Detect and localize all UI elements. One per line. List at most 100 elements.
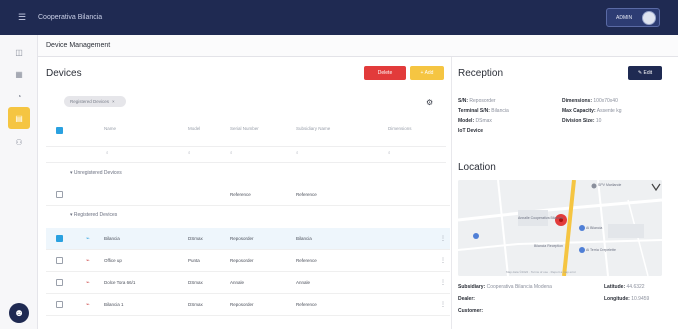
app-title: Cooperativa Bilancia: [38, 14, 103, 21]
filter-dimensions-icon[interactable]: ⌕: [388, 150, 391, 155]
field-terminal-sn: Terminal S/N: Bilancia: [458, 108, 509, 114]
row-more-icon[interactable]: ⋮: [440, 235, 446, 242]
map-label-c: Bilancia Reception: [534, 244, 563, 248]
cell-serial: Reposorder: [230, 258, 254, 263]
cell-name: Office up: [104, 258, 122, 263]
device-offline-icon: ⌁: [86, 258, 90, 264]
filter-divider: [46, 162, 446, 163]
device-offline-icon: ⌁: [86, 280, 90, 286]
select-all-checkbox[interactable]: [56, 127, 63, 134]
cell-serial: Reposorder: [230, 302, 254, 307]
top-bar: ☰ Cooperativa Bilancia ADMIN: [0, 0, 678, 35]
row-more-icon[interactable]: ⋮: [440, 301, 446, 308]
filter-model-icon[interactable]: ⌕: [188, 150, 191, 155]
location-title: Location: [458, 162, 496, 173]
map-label-a: Annalle Cooperativa Bilancia: [518, 216, 563, 220]
sidebar-users-icon[interactable]: ⚇: [8, 131, 30, 153]
column-header-dimensions[interactable]: Dimensions: [388, 126, 412, 140]
cell-serial: Reposorder: [230, 236, 254, 241]
row-checkbox[interactable]: [56, 191, 63, 198]
chip-close-icon[interactable]: ×: [112, 99, 115, 104]
field-dealer: Dealer:: [458, 296, 475, 302]
table-row[interactable]: ⌁ Dolce Tora 66/1 DSmax Annale Annale ⋮: [46, 272, 450, 294]
group-registered-label: Registered Devices: [73, 212, 118, 218]
cell-name: Dolce Tora 66/1: [104, 280, 136, 285]
devices-panel: Devices Delete + Add Registered Devices …: [46, 60, 450, 329]
sidebar: ◫ ▦ ◔ ▤ ⚇ ☻: [0, 35, 38, 329]
cell-serial: Reference: [230, 192, 251, 197]
row-checkbox[interactable]: [56, 235, 63, 242]
row-checkbox[interactable]: [56, 257, 63, 264]
column-settings-icon[interactable]: ⚙: [426, 98, 433, 107]
cell-subsidiary: Reference: [296, 302, 317, 307]
row-more-icon[interactable]: ⋮: [440, 279, 446, 286]
cell-model: DSmax: [188, 236, 203, 241]
sidebar-collapse-icon[interactable]: ◫: [8, 41, 30, 63]
cell-subsidiary: Reference: [296, 258, 317, 263]
cell-model: Punta: [188, 258, 200, 263]
sidebar-dashboard-icon[interactable]: ▦: [8, 63, 30, 85]
sidebar-bell-icon[interactable]: ◔: [8, 85, 30, 107]
group-unregistered-label: Unregistered Devices: [73, 170, 122, 176]
cell-model: DSmax: [188, 280, 203, 285]
panel-divider: [451, 57, 452, 329]
breadcrumb-bar: Device Management: [38, 35, 678, 57]
cell-subsidiary: Annale: [296, 280, 311, 285]
column-header-serial[interactable]: Serial Number: [230, 126, 259, 140]
field-division-size: Division Size: 10: [562, 118, 602, 124]
menu-icon[interactable]: ☰: [18, 13, 26, 22]
edit-button[interactable]: ✎ Edit: [628, 66, 662, 80]
cell-subsidiary: Bilancia: [296, 236, 312, 241]
add-label: + Add: [420, 70, 434, 76]
filter-name-icon[interactable]: ⌕: [106, 150, 109, 155]
device-offline-icon: ⌁: [86, 302, 90, 308]
column-header-name[interactable]: Name: [104, 126, 116, 140]
field-max-capacity: Max Capacity: Assente kg: [562, 108, 622, 114]
field-subsidiary: Subsidiary: Cooperativa Bilancia Modena: [458, 284, 552, 290]
header-divider: [46, 146, 446, 147]
breadcrumb: Device Management: [46, 42, 111, 49]
field-sn: S/N: Reposorder: [458, 98, 496, 104]
table-row[interactable]: Reference Reference: [46, 184, 450, 206]
cell-subsidiary: Reference: [296, 192, 317, 197]
add-button[interactable]: + Add: [410, 66, 444, 80]
sidebar-device-icon[interactable]: ▤: [8, 107, 30, 129]
map-label-e: Ai Terria Crepelette: [586, 248, 616, 252]
filter-chip-label: Registered Devices: [70, 99, 110, 104]
row-more-icon[interactable]: ⋮: [440, 257, 446, 264]
table-row[interactable]: ⌁ Office up Punta Reposorder Reference ⋮: [46, 250, 450, 272]
cell-name: Bilancia: [104, 236, 120, 241]
column-header-model[interactable]: Model: [188, 126, 200, 140]
table-row[interactable]: ⌁ Bilancia DSmax Reposorder Bilancia ⋮: [46, 228, 450, 250]
devices-title: Devices: [46, 68, 82, 79]
row-checkbox[interactable]: [56, 301, 63, 308]
map-canvas: [458, 180, 662, 276]
group-registered[interactable]: ▾ Registered Devices: [70, 212, 117, 218]
map-footer: Map data ©2022 · Terms of use · Report a…: [506, 270, 577, 274]
column-header-subsidiary[interactable]: Subsidiary Name: [296, 126, 330, 140]
field-latitude: Latitude: 44.6322: [604, 284, 645, 290]
edit-label: Edit: [643, 70, 653, 76]
reception-title: Reception: [458, 68, 504, 79]
location-map[interactable]: Annalle Cooperativa Bilancia SPV Marilan…: [458, 180, 662, 276]
delete-button[interactable]: Delete: [364, 66, 406, 80]
field-dimensions: Dimensions: 100x70x40: [562, 98, 618, 104]
filter-chip[interactable]: Registered Devices ×: [64, 96, 126, 107]
map-label-d: Ai Bilancia: [586, 226, 603, 230]
map-label-b: SPV Marilande: [598, 183, 622, 187]
cell-model: DSmax: [188, 302, 203, 307]
assistant-robot-icon[interactable]: ☻: [9, 303, 29, 323]
user-menu-button[interactable]: ADMIN: [606, 8, 660, 27]
filter-subsidiary-icon[interactable]: ⌕: [296, 150, 299, 155]
table-row[interactable]: ⌁ Bilancia 1 DSmax Reposorder Reference …: [46, 294, 450, 316]
field-longitude: Longitude: 10.9459: [604, 296, 650, 302]
group-unregistered[interactable]: ▾ Unregistered Devices: [70, 170, 122, 176]
cell-name: Bilancia 1: [104, 302, 124, 307]
field-iot: IoT Device: [458, 128, 484, 134]
row-checkbox[interactable]: [56, 279, 63, 286]
filter-serial-icon[interactable]: ⌕: [230, 150, 233, 155]
avatar: [642, 11, 656, 25]
field-customer: Customer:: [458, 308, 484, 314]
delete-label: Delete: [377, 70, 393, 76]
field-model: Model: DSmax: [458, 118, 492, 124]
